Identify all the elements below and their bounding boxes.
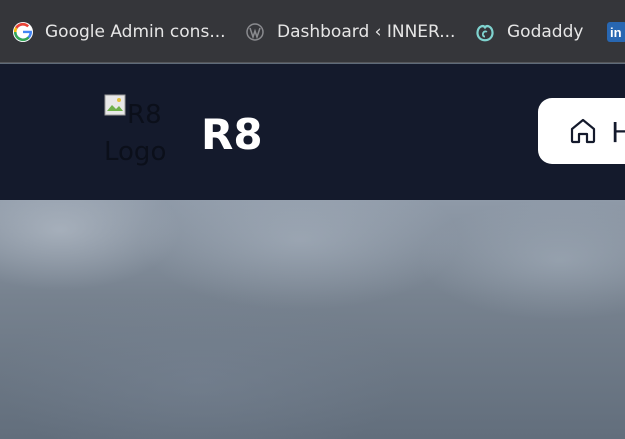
- brand-name[interactable]: R8: [201, 110, 263, 159]
- bookmarks-bar: Google Admin cons... Dashboard ‹ INNER..…: [0, 0, 625, 63]
- bookmark-label: Dashboard ‹ INNER...: [277, 22, 456, 42]
- nav-home-button[interactable]: H: [538, 98, 625, 164]
- bookmark-dashboard[interactable]: Dashboard ‹ INNER...: [244, 14, 455, 50]
- bookmark-godaddy[interactable]: Godaddy: [474, 14, 583, 50]
- wordpress-icon: [244, 21, 266, 43]
- svg-text:in: in: [610, 25, 622, 40]
- godaddy-icon: [474, 21, 496, 43]
- logo-alt-text: R8: [127, 100, 162, 130]
- bookmark-label: Godaddy: [507, 22, 584, 42]
- site-header: R8 Logo R8 H: [0, 64, 625, 200]
- bookmark-linkedin[interactable]: in: [606, 14, 625, 50]
- broken-image-icon: [104, 94, 126, 116]
- hero-sky-background: [0, 200, 625, 439]
- google-icon: [12, 21, 34, 43]
- nav-home-label: H: [611, 116, 625, 149]
- logo-broken-image[interactable]: R8 Logo: [104, 94, 172, 168]
- bookmark-google-admin[interactable]: Google Admin cons...: [12, 14, 226, 50]
- home-icon: [570, 118, 596, 144]
- logo-alt-text: Logo: [104, 137, 167, 167]
- bookmark-label: Google Admin cons...: [45, 22, 226, 42]
- linkedin-icon: in: [606, 21, 625, 43]
